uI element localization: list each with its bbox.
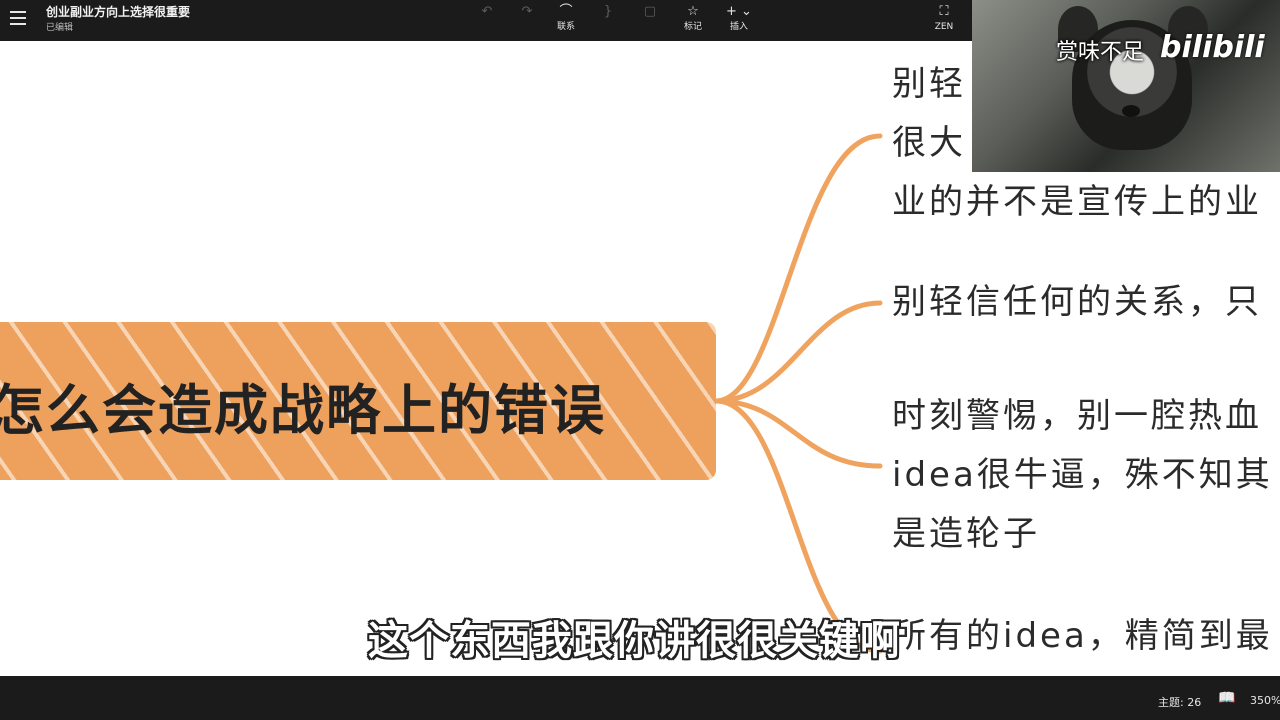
status-bar: 主题: 26 📖 350% [0,676,1280,720]
branch-topic-4[interactable]: 所有的idea，精简到最 [892,607,1273,666]
marker-button[interactable]: ☆ 标记 [673,3,713,37]
connector-1 [713,133,883,404]
marker-icon: ☆ [687,4,699,19]
boundary-icon: ▢ [643,4,657,19]
zoom-level[interactable]: 350% [1250,694,1280,707]
overlay-caption: 赏味不足 [1056,40,1145,65]
root-topic-text: 怎么会造成战略上的错误 [0,379,606,442]
topic-count: 主题: 26 [1158,696,1202,709]
branch-topic-3[interactable]: 时刻警惕，别一腔热血 idea很牛逼，殊不知其 是造轮子 [892,387,1273,564]
insert-icon: + ⌄ [726,4,752,19]
undo-button[interactable]: ↶ [467,3,507,37]
outline-view-icon[interactable]: 📖 [1218,690,1235,706]
relationship-button[interactable]: ⌒ 联系 [546,3,586,37]
boundary-button[interactable]: ▢ [630,3,670,37]
fullscreen-icon: ⛶ [939,4,949,19]
save-status: 已编辑 [46,23,74,33]
summary-icon: } [603,4,613,19]
video-overlay: 赏味不足 bilibili [972,0,1280,172]
branch-topic-2[interactable]: 别轻信任何的关系，只 [892,273,1262,332]
document-title[interactable]: 创业副业方向上选择很重要 [46,3,190,20]
video-subtitle: 这个东西我跟你讲很很关键啊 [368,618,901,664]
summary-button[interactable]: } [588,3,628,37]
insert-button[interactable]: + ⌄ 插入 [719,3,759,37]
nose [1122,105,1140,117]
redo-button[interactable]: ↷ [507,3,547,37]
relationship-icon: ⌒ [559,4,573,19]
menu-icon[interactable] [10,11,26,25]
redo-icon: ↷ [521,4,533,19]
undo-icon: ↶ [481,4,493,19]
zen-mode-button[interactable]: ⛶ ZEN [924,3,964,37]
bilibili-logo: bilibili [1160,30,1265,65]
root-topic[interactable]: 怎么会造成战略上的错误 [0,322,716,480]
